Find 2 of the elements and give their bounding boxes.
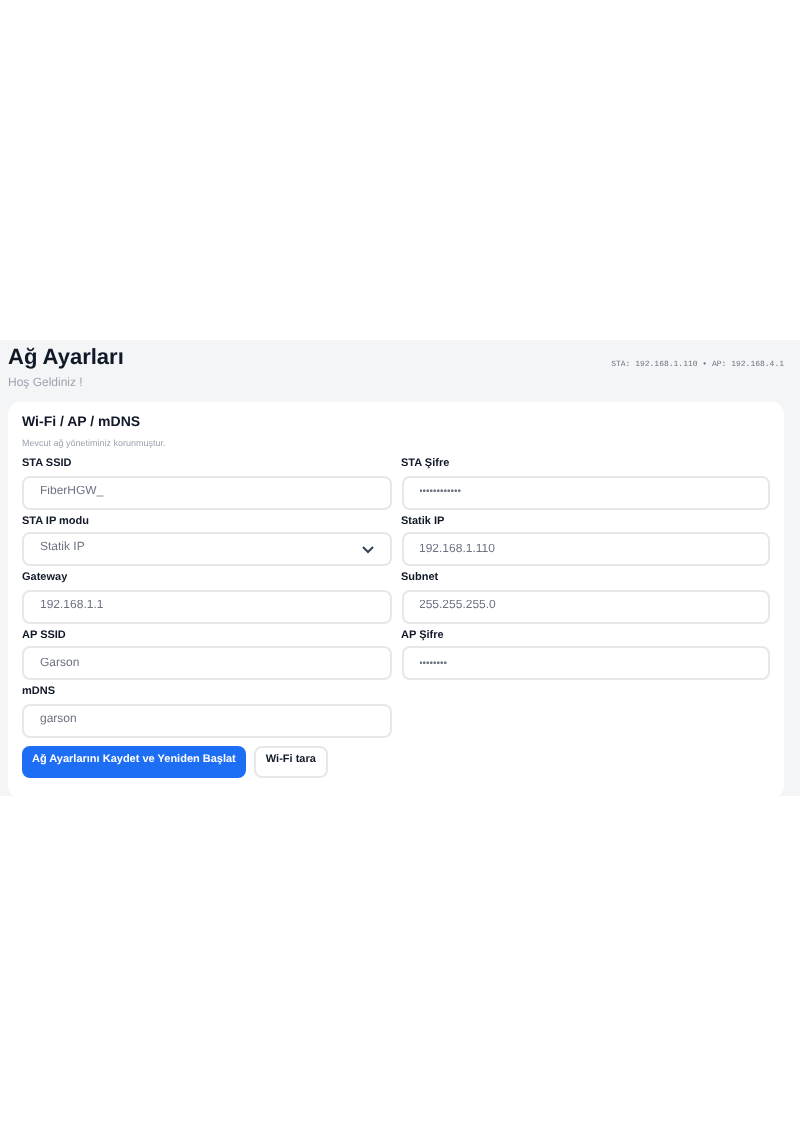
chevron-down-icon — [361, 545, 373, 553]
page-title: Ağ Ayarları — [8, 346, 124, 374]
